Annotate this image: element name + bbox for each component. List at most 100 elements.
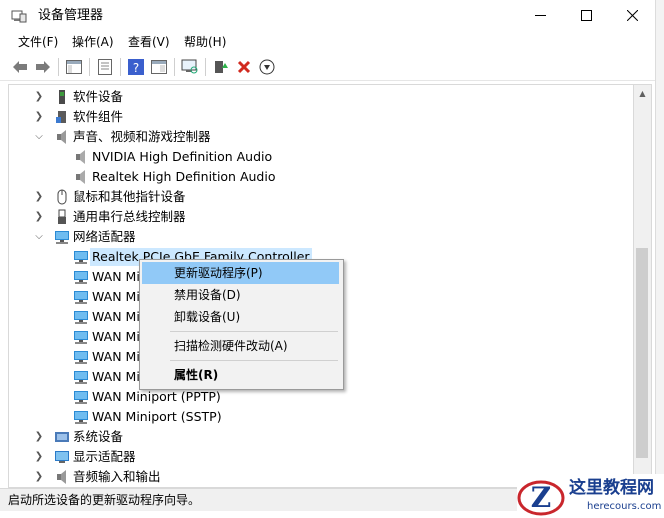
tree-item-display-adapters[interactable]: ❯ 显示适配器	[9, 447, 634, 467]
forward-arrow-icon	[36, 61, 50, 73]
forward-button[interactable]	[34, 58, 52, 76]
chevron-right-icon[interactable]: ❯	[34, 431, 44, 443]
chevron-right-icon[interactable]: ❯	[34, 191, 44, 203]
menu-item-label: 卸载设备(U)	[174, 310, 241, 324]
menu-item-disable-device[interactable]: 禁用设备(D)	[142, 284, 339, 306]
menu-item-uninstall-device[interactable]: 卸载设备(U)	[142, 306, 339, 328]
menu-item-update-driver[interactable]: 更新驱动程序(P)	[142, 262, 339, 284]
tree-item-label: 声音、视频和游戏控制器	[73, 129, 211, 144]
show-hide-tree-button[interactable]	[65, 58, 83, 76]
menu-item-label: 扫描检测硬件改动(A)	[174, 339, 288, 353]
title-bar: 设备管理器	[0, 0, 655, 32]
tree-item-nvidia-audio[interactable]: NVIDIA High Definition Audio	[9, 147, 634, 167]
tree-item-label: 显示适配器	[73, 449, 136, 464]
speaker-icon	[76, 150, 85, 164]
close-button[interactable]	[609, 0, 655, 30]
update-driver-button[interactable]	[212, 58, 230, 76]
tree-item-software-components[interactable]: ❯ 软件组件	[9, 107, 634, 127]
network-adapter-icon	[74, 391, 88, 404]
back-button[interactable]	[11, 58, 29, 76]
menu-file[interactable]: 文件(F)	[18, 34, 58, 50]
tree-item-label: 通用串行总线控制器	[73, 209, 186, 224]
update-driver-icon	[215, 61, 228, 73]
download-button[interactable]	[258, 58, 276, 76]
toolbar-separator	[120, 58, 121, 76]
view-button[interactable]	[150, 58, 168, 76]
chevron-right-icon[interactable]: ❯	[34, 91, 44, 103]
speaker-icon	[76, 170, 85, 184]
properties-sheet-icon	[98, 59, 112, 75]
tree-item-sound-video-game[interactable]: ⌵ 声音、视频和游戏控制器	[9, 127, 634, 147]
watermark-title: 这里教程网	[569, 478, 654, 498]
svg-text:?: ?	[133, 61, 139, 75]
tree-item-software-devices[interactable]: ❯ 软件设备	[9, 87, 634, 107]
network-adapter-icon	[55, 231, 69, 244]
scrollbar-thumb[interactable]	[636, 248, 648, 458]
software-component-icon	[56, 111, 66, 123]
uninstall-x-icon	[237, 60, 251, 74]
toolbar: ?	[0, 53, 655, 81]
toolbar-separator	[58, 58, 59, 76]
help-button[interactable]: ?	[127, 58, 145, 76]
tree-item-label: WAN Mi	[92, 309, 140, 324]
back-arrow-icon	[13, 61, 27, 73]
menu-separator	[170, 331, 338, 332]
scan-hardware-icon	[181, 59, 198, 74]
tree-item-realtek-audio[interactable]: Realtek High Definition Audio	[9, 167, 634, 187]
menu-help[interactable]: 帮助(H)	[184, 34, 226, 50]
menu-separator	[170, 360, 338, 361]
chevron-right-icon[interactable]: ❯	[34, 211, 44, 223]
device-manager-window: 设备管理器 文件(F) 操作(A) 查看(V) 帮助(H) ? ❯ 软件设备 ❯…	[0, 0, 655, 518]
tree-item-system-devices[interactable]: ❯ 系统设备	[9, 427, 634, 447]
watermark-logo: Z	[517, 480, 565, 516]
maximize-icon	[580, 9, 592, 21]
minimize-button[interactable]	[517, 0, 563, 30]
background-window-edge	[655, 0, 664, 518]
tree-item-label: 音频输入和输出	[73, 469, 161, 484]
tree-item-label: NVIDIA High Definition Audio	[92, 149, 273, 164]
tree-item-label: WAN Mi	[92, 369, 140, 384]
tree-item-network-adapters[interactable]: ⌵ 网络适配器	[9, 227, 634, 247]
network-adapter-icon	[74, 271, 88, 284]
network-adapter-icon	[74, 331, 88, 344]
svg-text:Z: Z	[531, 481, 551, 514]
chevron-right-icon[interactable]: ❯	[34, 471, 44, 483]
tree-item-label: 软件组件	[73, 109, 124, 124]
context-menu: 更新驱动程序(P) 禁用设备(D) 卸载设备(U) 扫描检测硬件改动(A) 属性…	[139, 259, 344, 390]
properties-button[interactable]	[96, 58, 114, 76]
chevron-right-icon[interactable]: ❯	[34, 111, 44, 123]
menu-item-properties[interactable]: 属性(R)	[142, 364, 339, 386]
toolbar-separator	[174, 58, 175, 76]
tree-item-mice[interactable]: ❯ 鼠标和其他指针设备	[9, 187, 634, 207]
uninstall-button[interactable]	[235, 58, 253, 76]
display-adapter-icon	[55, 451, 69, 463]
chevron-down-icon[interactable]: ⌵	[34, 231, 44, 243]
tree-item-wan-miniport-sstp[interactable]: WAN Miniport (SSTP)	[9, 407, 634, 427]
menu-action[interactable]: 操作(A)	[72, 34, 114, 50]
tree-item-label: 系统设备	[73, 429, 124, 444]
window-title: 设备管理器	[38, 8, 104, 23]
menu-view[interactable]: 查看(V)	[128, 34, 170, 50]
menu-item-label: 禁用设备(D)	[174, 288, 241, 302]
scroll-up-arrow-icon[interactable]: ▲	[634, 85, 651, 102]
menu-item-label: 属性(R)	[174, 368, 219, 382]
tree-item-label: WAN Mi	[92, 349, 140, 364]
scan-hardware-button[interactable]	[181, 58, 199, 76]
chevron-down-icon[interactable]: ⌵	[34, 131, 44, 143]
toolbar-separator	[89, 58, 90, 76]
vertical-scrollbar[interactable]: ▲ ▼	[633, 84, 652, 488]
software-device-icon	[59, 90, 65, 104]
audio-io-icon	[57, 470, 66, 484]
tree-item-usb-controllers[interactable]: ❯ 通用串行总线控制器	[9, 207, 634, 227]
device-manager-app-icon	[11, 10, 27, 23]
chevron-right-icon[interactable]: ❯	[34, 451, 44, 463]
tree-item-label: 网络适配器	[73, 229, 136, 244]
maximize-button[interactable]	[563, 0, 609, 30]
tree-item-label: 鼠标和其他指针设备	[73, 189, 186, 204]
tree-item-wan-miniport-pptp[interactable]: WAN Miniport (PPTP)	[9, 387, 634, 407]
tree-item-label: WAN Mi	[92, 269, 140, 284]
mouse-icon	[57, 189, 67, 205]
watermark: Z 这里教程网 herecours.com	[517, 474, 664, 518]
menu-item-scan-hardware[interactable]: 扫描检测硬件改动(A)	[142, 335, 339, 357]
tree-item-label: WAN Mi	[92, 329, 140, 344]
